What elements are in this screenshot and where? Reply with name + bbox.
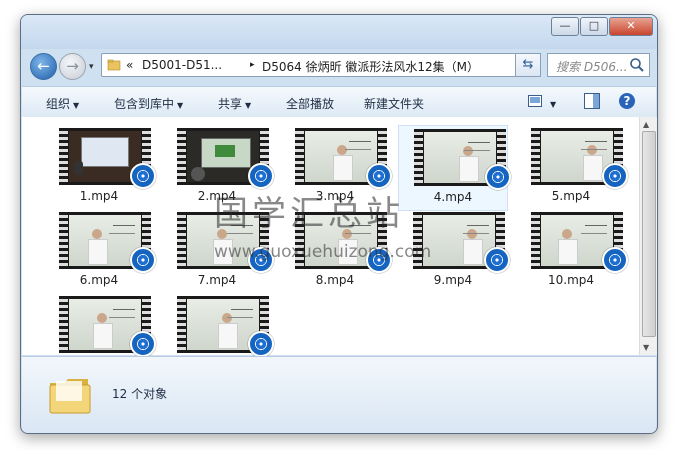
organize-label: 组织 (46, 97, 71, 111)
play-all-button[interactable]: 全部播放 (286, 95, 334, 112)
film-strip-holes (59, 212, 68, 269)
media-player-icon (130, 163, 156, 189)
watermark-url: www.guoxuehuizong.com (214, 242, 432, 262)
file-name: 8.mp4 (315, 273, 355, 287)
chevron-down-icon: ▼ (177, 101, 184, 110)
back-arrow-icon: ← (37, 57, 50, 75)
film-strip-holes (295, 128, 304, 185)
chevron-down-icon: ▼ (245, 101, 252, 110)
help-icon: ? (619, 93, 635, 109)
file-name: 6.mp4 (79, 273, 119, 287)
caption-buttons: — □ ✕ (550, 17, 653, 36)
film-strip-holes (177, 212, 186, 269)
film-strip-holes (177, 128, 186, 185)
command-bar: 组织 ▼ 包含到库中 ▼ 共享 ▼ 全部播放 新建文件夹 ▼ ? (22, 86, 656, 118)
close-button[interactable]: ✕ (609, 17, 653, 36)
file-name: 4.mp4 (433, 190, 473, 204)
folder-icon (107, 59, 121, 71)
address-bar[interactable]: « D5001-D51... ▸ D5064 徐炳昕 徽派形法风水12集（M） … (101, 53, 541, 77)
media-player-icon (130, 331, 156, 357)
refresh-icon: ⇆ (522, 57, 534, 72)
file-name: 1.mp4 (79, 189, 119, 203)
film-strip-holes (531, 128, 540, 185)
back-button[interactable]: ← (30, 53, 57, 80)
details-pane: 12 个对象 (22, 356, 656, 433)
title-bar: — □ ✕ (21, 15, 657, 49)
new-folder-button[interactable]: 新建文件夹 (364, 95, 424, 112)
media-player-icon (485, 164, 511, 190)
media-player-icon (130, 247, 156, 273)
film-strip-holes (59, 296, 68, 353)
preview-pane-icon (584, 93, 600, 109)
scroll-up-arrow-icon[interactable]: ▲ (643, 120, 649, 129)
file-item[interactable]: 5.mp4 (516, 125, 628, 211)
file-name: 9.mp4 (433, 273, 473, 287)
file-item[interactable]: 1.mp4 (44, 125, 156, 211)
media-player-icon (484, 247, 510, 273)
media-player-icon (602, 163, 628, 189)
item-count: 12 个对象 (112, 387, 168, 401)
address-overflow[interactable]: « (126, 58, 133, 72)
folder-icon (49, 379, 91, 414)
preview-pane-button[interactable] (584, 93, 600, 112)
scroll-down-arrow-icon[interactable]: ▼ (643, 343, 649, 352)
svg-text:?: ? (624, 94, 631, 108)
chevron-down-icon: ▼ (550, 100, 557, 109)
file-name: 7.mp4 (197, 273, 237, 287)
vertical-scrollbar[interactable]: ▲ ▼ (639, 117, 657, 355)
file-item[interactable]: 6.mp4 (44, 209, 156, 295)
file-item[interactable]: 4.mp4 (398, 125, 511, 211)
scrollbar-thumb[interactable] (642, 131, 656, 337)
help-button[interactable]: ? (618, 92, 636, 113)
maximize-button[interactable]: □ (580, 17, 608, 36)
view-icon (528, 95, 542, 107)
forward-button[interactable]: → (59, 53, 86, 80)
share-button[interactable]: 共享 ▼ (218, 95, 251, 112)
file-name: 5.mp4 (551, 189, 591, 203)
breadcrumb-segment[interactable]: D5064 徐炳昕 徽派形法风水12集（M） (262, 58, 479, 75)
search-icon[interactable] (629, 57, 645, 73)
breadcrumb-segment[interactable]: D5001-D51... (142, 58, 222, 72)
minimize-button[interactable]: — (551, 17, 579, 36)
view-options-button[interactable]: ▼ (528, 95, 556, 110)
film-strip-holes (531, 212, 540, 269)
refresh-button[interactable]: ⇆ (515, 53, 541, 77)
search-placeholder: 搜索 D506... (556, 60, 628, 74)
recent-pages-dropdown[interactable]: ▾ (89, 62, 94, 72)
media-player-icon (602, 247, 628, 273)
chevron-down-icon: ▼ (73, 101, 80, 110)
navigation-bar: ← → ▾ « D5001-D51... ▸ D5064 徐炳昕 徽派形法风水1… (21, 50, 657, 84)
include-library-button[interactable]: 包含到库中 ▼ (114, 95, 183, 112)
film-strip-holes (177, 296, 186, 353)
forward-arrow-icon: → (66, 57, 79, 75)
watermark-title: 国学汇总站 (214, 194, 404, 234)
file-name: 10.mp4 (547, 273, 595, 287)
share-label: 共享 (218, 97, 243, 111)
film-strip-holes (59, 128, 68, 185)
media-player-icon (248, 331, 274, 357)
organize-button[interactable]: 组织 ▼ (46, 95, 79, 112)
include-library-label: 包含到库中 (114, 97, 175, 111)
file-item[interactable]: 10.mp4 (516, 209, 628, 295)
film-strip-holes (414, 129, 423, 186)
file-view[interactable]: 1.mp4 2.mp4 3.mp4 4.mp4 5.mp4 6.mp4 7.mp4 8.mp4… (22, 117, 639, 371)
breadcrumb-separator[interactable]: ▸ (250, 60, 255, 70)
search-input[interactable]: 搜索 D506... (547, 53, 650, 77)
